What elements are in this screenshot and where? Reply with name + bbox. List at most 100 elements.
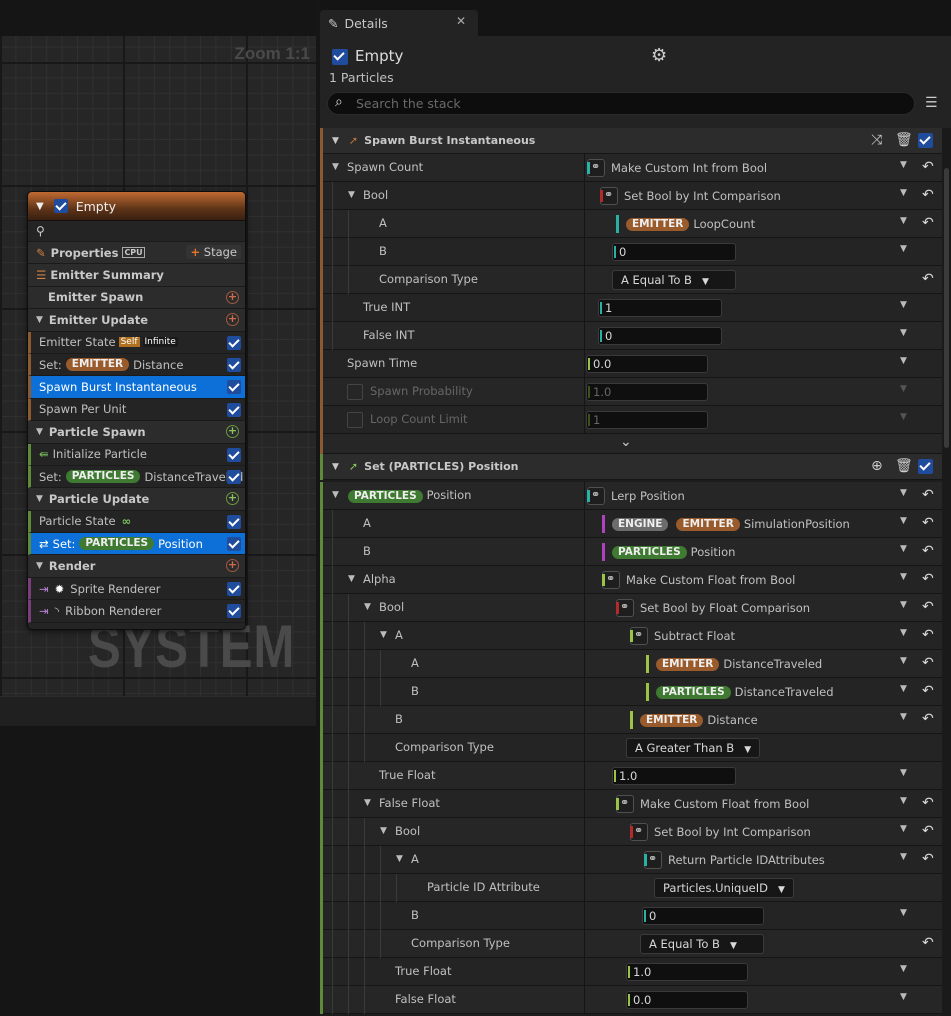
chevron-down-icon[interactable]: ▼ — [900, 684, 907, 694]
add-icon[interactable]: ⊕ — [871, 458, 883, 474]
chevron-down-icon[interactable]: ▼ — [900, 384, 907, 394]
stack-row[interactable]: Particle ID Attribute Particles.UniqueID ▼ — [320, 874, 951, 902]
add-module-icon[interactable]: + — [226, 313, 239, 327]
stack-row[interactable]: Comparison Type A Equal To B ▼ ↶ — [320, 266, 951, 294]
value-input[interactable]: 1 — [586, 411, 708, 429]
collapse-arrow-icon[interactable]: ▼ — [36, 494, 43, 504]
expand-arrow-icon[interactable]: ▼ — [332, 482, 339, 510]
stack-row[interactable]: ▼ Spawn Count Make Custom Int from Bool ▼ ↶ — [320, 154, 951, 182]
stack-row[interactable]: True Float 1.0 ▼ — [320, 958, 951, 986]
chevron-down-icon[interactable]: ▼ — [900, 244, 907, 254]
stack-row[interactable]: B 0 ▼ — [320, 902, 951, 930]
enable-checkbox[interactable] — [347, 412, 363, 428]
value-input[interactable]: 1 — [598, 299, 722, 317]
stack-row[interactable]: ▼PARTICLESPositionLerp Position▼↶ — [320, 482, 951, 510]
reset-arrow-icon[interactable]: ↶ — [922, 271, 934, 287]
collapse-arrow-icon[interactable]: ▼ — [36, 427, 43, 437]
trash-icon[interactable]: 🗑 — [895, 132, 913, 148]
module-enabled-checkbox[interactable] — [918, 459, 933, 474]
expand-arrow-icon[interactable]: ▼ — [380, 622, 387, 650]
module-enabled-checkbox[interactable] — [227, 357, 241, 372]
module-initialize-particle[interactable]: ⇚ Initialize Particle — [28, 443, 245, 466]
add-module-icon[interactable]: + — [226, 290, 239, 304]
reset-arrow-icon[interactable]: ↶ — [922, 187, 934, 203]
value-input[interactable]: 1.0 — [586, 383, 708, 401]
stack-row[interactable]: ▼ False Float Make Custom Float from Bool ▼… — [320, 790, 951, 818]
node-enabled-checkbox[interactable] — [53, 199, 68, 213]
chevron-down-icon[interactable]: ▼ — [900, 412, 907, 422]
graph-panel[interactable]: Zoom 1:1 SYSTEM ▼ Empty ⚲ ✎ Properties C… — [0, 0, 316, 1016]
chevron-down-icon[interactable]: ▼ — [900, 964, 907, 974]
stack-row[interactable]: ▼ Bool Set Bool by Float Comparison ▼ ↶ — [320, 594, 951, 622]
chevron-down-icon[interactable]: ▼ — [900, 796, 907, 806]
section-particle-spawn[interactable]: ▼ Particle Spawn + — [28, 421, 245, 444]
tab-details[interactable]: ✎ Details ✕ — [320, 10, 478, 36]
pin-icon[interactable]: ⚲ — [36, 224, 45, 238]
chevron-down-icon[interactable]: ▼ — [900, 544, 907, 554]
reset-arrow-icon[interactable]: ↶ — [922, 795, 934, 811]
dropdown-select[interactable]: Particles.UniqueID ▼ — [654, 878, 794, 898]
reset-arrow-icon[interactable]: ↶ — [922, 543, 934, 559]
scrollbar[interactable] — [942, 128, 951, 1016]
emitter-node[interactable]: ▼ Empty ⚲ ✎ Properties CPU + Stage ☰ Emi… — [27, 191, 246, 630]
module-enabled-checkbox[interactable] — [227, 514, 241, 529]
module-enabled-checkbox[interactable] — [227, 447, 241, 462]
collapse-arrow-icon[interactable]: ▼ — [36, 561, 43, 571]
reset-arrow-icon[interactable]: ↶ — [922, 215, 934, 231]
value-input[interactable]: 1.0 — [612, 767, 736, 785]
stack-row[interactable]: False INT 0 ▼ — [320, 322, 951, 350]
module-sprite-renderer[interactable]: ⇥ ✹ Sprite Renderer — [28, 577, 245, 601]
module-enabled-checkbox[interactable] — [227, 402, 241, 417]
collapse-arrow-icon[interactable]: ▼ — [36, 315, 43, 325]
close-icon[interactable]: ✕ — [456, 14, 466, 28]
expand-more-row[interactable]: ⌄ — [320, 434, 951, 454]
expand-arrow-icon[interactable]: ▼ — [332, 154, 339, 182]
section-render[interactable]: ▼ Render + — [28, 555, 245, 578]
value-input[interactable]: 0 — [598, 327, 722, 345]
expand-arrow-icon[interactable]: ▼ — [380, 818, 387, 846]
module-emitter-state[interactable]: Emitter State Self Infinite — [28, 331, 245, 354]
chevron-down-icon[interactable]: ▼ — [900, 488, 907, 498]
module-set-distance[interactable]: Set: EMITTER Distance — [28, 353, 245, 377]
section-emitter-spawn[interactable]: Emitter Spawn + — [28, 286, 245, 310]
value-input[interactable]: 0 — [612, 243, 736, 261]
module-header-set-position[interactable]: ▼ ➚ Set (PARTICLES) Position ⊕ 🗑 — [320, 454, 951, 480]
stack-row[interactable]: Comparison Type A Greater Than B ▼ — [320, 734, 951, 762]
chevron-down-icon[interactable]: ▼ — [900, 356, 907, 366]
add-module-icon[interactable]: + — [226, 559, 239, 573]
module-set-distance-traveled[interactable]: Set: PARTICLES DistanceTraveled — [28, 465, 245, 489]
stack-row[interactable]: B 0 ▼ — [320, 238, 951, 266]
chevron-down-icon[interactable]: ▼ — [900, 188, 907, 198]
section-emitter-update[interactable]: ▼ Emitter Update + — [28, 309, 245, 332]
module-enabled-checkbox[interactable] — [227, 581, 241, 596]
enable-checkbox[interactable] — [347, 384, 363, 400]
reset-arrow-icon[interactable]: ↶ — [922, 487, 934, 503]
stack-row[interactable]: ▼ A Return Particle IDAttributes ▼ ↶ — [320, 846, 951, 874]
chevron-down-icon[interactable]: ⌄ — [620, 434, 632, 450]
stack-row[interactable]: True INT 1 ▼ — [320, 294, 951, 322]
reset-arrow-icon[interactable]: ↶ — [922, 571, 934, 587]
module-spawn-per-unit[interactable]: Spawn Per Unit — [28, 398, 245, 422]
chevron-down-icon[interactable]: ▼ — [900, 300, 907, 310]
dropdown-select[interactable]: A Equal To B ▼ — [612, 270, 736, 290]
stack-row[interactable]: B EMITTER Distance ▼ ↶ — [320, 706, 951, 734]
chevron-down-icon[interactable]: ▼ — [900, 852, 907, 862]
chevron-down-icon[interactable]: ▼ — [900, 516, 907, 526]
stack-row[interactable]: False Float 0.0 ▼ — [320, 986, 951, 1014]
stack-row[interactable]: ▼ Bool Set Bool by Int Comparison ▼ ↶ — [320, 818, 951, 846]
module-enabled-checkbox[interactable] — [227, 469, 241, 484]
reset-arrow-icon[interactable]: ↶ — [922, 823, 934, 839]
module-spawn-burst[interactable]: Spawn Burst Instantaneous — [28, 376, 245, 399]
trash-icon[interactable]: 🗑 — [895, 458, 913, 474]
stack-row[interactable]: ▼ A Subtract Float ▼ ↶ — [320, 622, 951, 650]
value-input[interactable]: 0 — [642, 907, 764, 925]
search-input[interactable]: ⌕ Search the stack — [327, 92, 915, 115]
scrollbar-thumb[interactable] — [944, 168, 949, 448]
value-input[interactable]: 0.0 — [586, 355, 708, 373]
chevron-down-icon[interactable]: ▼ — [900, 656, 907, 666]
collapse-arrow-icon[interactable]: ▼ — [332, 136, 339, 146]
chevron-down-icon[interactable]: ▼ — [900, 216, 907, 226]
stack-row[interactable]: ▼ Alpha Make Custom Float from Bool ▼ ↶ — [320, 566, 951, 594]
chevron-down-icon[interactable]: ▼ — [900, 768, 907, 778]
chevron-down-icon[interactable]: ▼ — [900, 908, 907, 918]
